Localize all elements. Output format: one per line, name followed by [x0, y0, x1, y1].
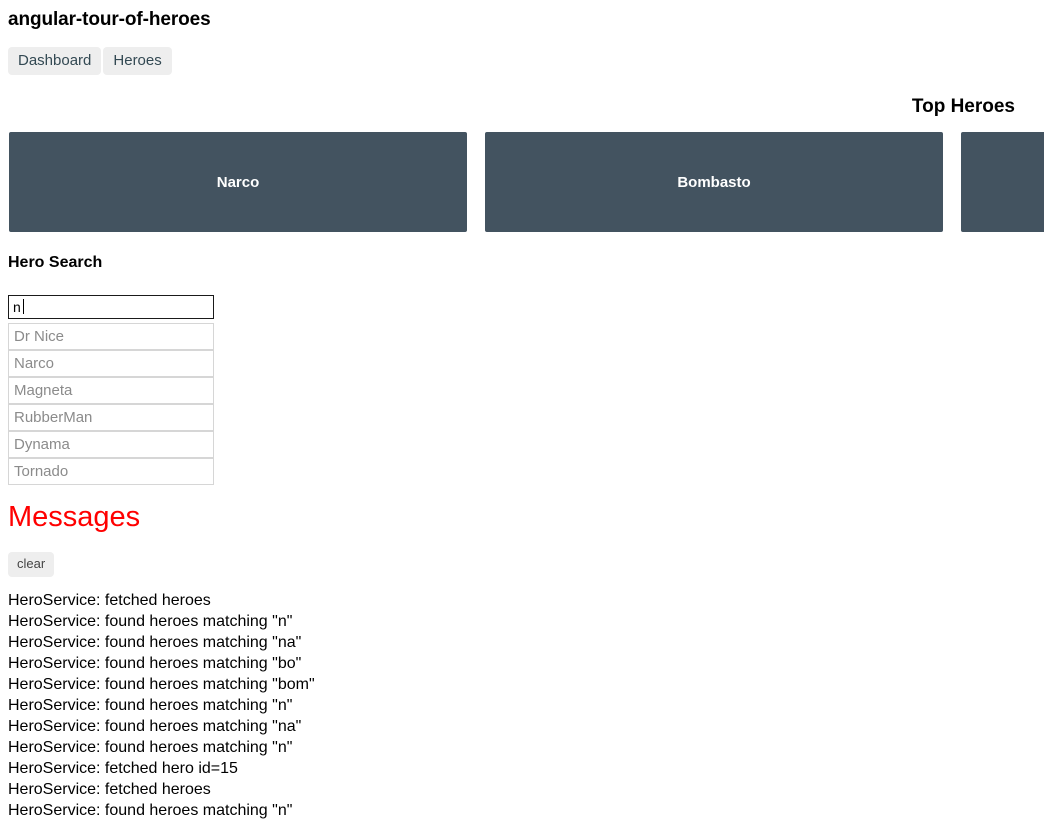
search-result-item[interactable]: Dr Nice [8, 323, 214, 350]
hero-search-title: Hero Search [8, 254, 103, 271]
hero-tile-narco[interactable]: Narco [9, 132, 467, 232]
message-item: HeroService: found heroes matching "bom" [8, 676, 315, 693]
hero-tile-partial[interactable] [961, 132, 1044, 232]
text-caret [23, 299, 24, 314]
message-log: HeroService: fetched heroes HeroService:… [8, 590, 1038, 821]
message-item: HeroService: found heroes matching "n" [8, 802, 293, 819]
message-item: HeroService: fetched heroes [8, 781, 211, 798]
app-title: angular-tour-of-heroes [8, 9, 211, 30]
search-result-item[interactable]: RubberMan [8, 404, 214, 431]
nav-link-heroes[interactable]: Heroes [103, 47, 172, 75]
message-item: HeroService: found heroes matching "na" [8, 718, 302, 735]
hero-tile-bombasto[interactable]: Bombasto [485, 132, 943, 232]
search-result-item[interactable]: Narco [8, 350, 214, 377]
top-heroes-grid: Narco Bombasto [0, 132, 1044, 232]
message-item: HeroService: found heroes matching "bo" [8, 655, 302, 672]
clear-messages-button[interactable]: clear [8, 552, 55, 577]
nav-link-dashboard[interactable]: Dashboard [8, 47, 102, 75]
message-item: HeroService: found heroes matching "n" [8, 739, 293, 756]
app-root: angular-tour-of-heroes Dashboard Heroes … [0, 0, 1044, 838]
messages-title: Messages [8, 501, 141, 533]
message-item: HeroService: found heroes matching "na" [8, 634, 302, 651]
hero-search-results: Dr Nice Narco Magneta RubberMan Dynama T… [8, 323, 214, 485]
message-item: HeroService: fetched hero id=15 [8, 760, 238, 777]
main-nav: Dashboard Heroes [8, 47, 172, 75]
search-result-item[interactable]: Tornado [8, 458, 214, 485]
message-item: HeroService: found heroes matching "n" [8, 697, 293, 714]
message-item: HeroService: fetched heroes [8, 592, 211, 609]
search-result-item[interactable]: Dynama [8, 431, 214, 458]
hero-search-input[interactable] [8, 295, 214, 319]
message-item: HeroService: found heroes matching "n" [8, 613, 293, 630]
dashboard-heading: Top Heroes [911, 96, 1015, 117]
search-result-item[interactable]: Magneta [8, 377, 214, 404]
